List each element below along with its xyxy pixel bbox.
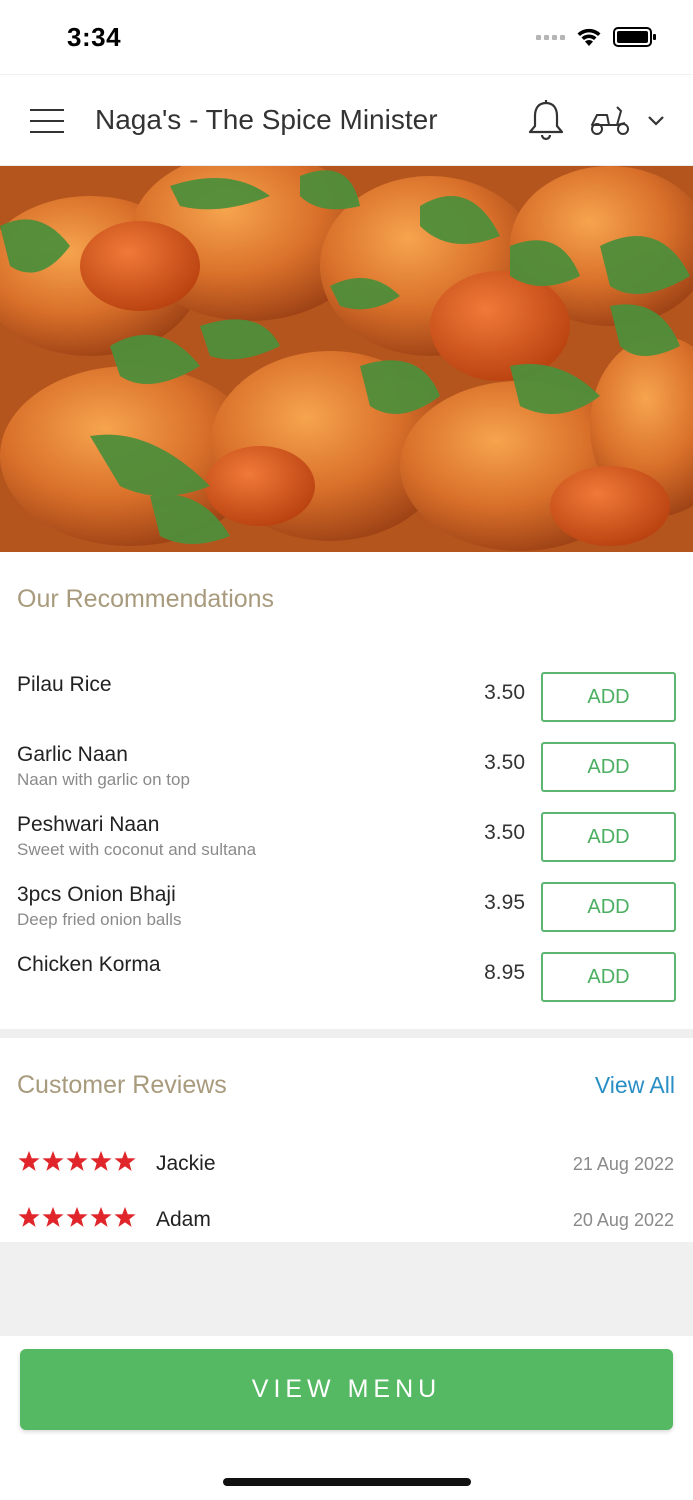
add-button[interactable]: ADD <box>541 672 676 722</box>
menu-icon[interactable] <box>30 109 64 133</box>
star-icon <box>18 1206 40 1227</box>
view-menu-button[interactable]: VIEW MENU <box>20 1349 673 1430</box>
star-icon <box>42 1206 64 1227</box>
home-indicator[interactable] <box>223 1478 471 1486</box>
app-header: Naga's - The Spice Minister <box>0 74 693 166</box>
star-icon <box>42 1150 64 1171</box>
star-icon <box>66 1206 88 1227</box>
item-price: 3.50 <box>484 681 525 704</box>
star-rating <box>18 1206 136 1228</box>
signal-icon <box>536 34 565 40</box>
item-price: 3.95 <box>484 891 525 914</box>
item-price: 8.95 <box>484 961 525 984</box>
item-description: Naan with garlic on top <box>17 770 190 789</box>
review-date: 20 Aug 2022 <box>572 1210 674 1230</box>
list-item: Garlic Naan Naan with garlic on top 3.50… <box>0 742 693 813</box>
list-item: 3pcs Onion Bhaji Deep fried onion balls … <box>0 882 693 953</box>
status-time: 3:34 <box>67 22 122 52</box>
chevron-down-icon[interactable] <box>647 115 665 127</box>
add-button[interactable]: ADD <box>541 742 676 792</box>
list-item: Peshwari Naan Sweet with coconut and sul… <box>0 812 693 883</box>
star-icon <box>90 1206 112 1227</box>
add-button[interactable]: ADD <box>541 882 676 932</box>
review-row: Adam 20 Aug 2022 <box>0 1206 693 1246</box>
item-name: Peshwari Naan <box>17 813 160 836</box>
scooter-icon[interactable] <box>589 103 631 137</box>
star-icon <box>114 1206 136 1227</box>
star-icon <box>66 1150 88 1171</box>
status-bar: 3:34 <box>0 0 693 74</box>
status-icons <box>536 26 657 48</box>
hero-image <box>0 166 693 552</box>
add-button[interactable]: ADD <box>541 812 676 862</box>
battery-icon <box>613 27 656 47</box>
item-name: Chicken Korma <box>17 953 161 976</box>
bell-icon[interactable] <box>527 99 565 143</box>
reviewer-name: Adam <box>156 1208 211 1231</box>
review-row: Jackie 21 Aug 2022 <box>0 1150 693 1190</box>
footer-spacer <box>0 1242 693 1336</box>
star-icon <box>114 1150 136 1171</box>
page-title: Naga's - The Spice Minister <box>95 104 438 135</box>
recommendations-title: Our Recommendations <box>17 585 275 613</box>
star-icon <box>90 1150 112 1171</box>
add-button[interactable]: ADD <box>541 952 676 1002</box>
reviews-title: Customer Reviews <box>17 1071 227 1099</box>
item-price: 3.50 <box>484 751 525 774</box>
list-item: Pilau Rice 3.50 ADD <box>0 672 693 743</box>
star-icon <box>18 1150 40 1171</box>
review-date: 21 Aug 2022 <box>572 1154 674 1174</box>
reviewer-name: Jackie <box>156 1152 216 1175</box>
star-rating <box>18 1150 136 1172</box>
item-name: 3pcs Onion Bhaji <box>17 883 176 906</box>
item-description: Sweet with coconut and sultana <box>17 840 257 859</box>
item-name: Pilau Rice <box>17 673 112 696</box>
view-all-link[interactable]: View All <box>595 1072 675 1099</box>
item-description: Deep fried onion balls <box>17 910 182 929</box>
section-divider <box>0 1029 693 1038</box>
wifi-icon <box>577 28 601 46</box>
item-price: 3.50 <box>484 821 525 844</box>
list-item: Chicken Korma 8.95 ADD <box>0 952 693 1023</box>
item-name: Garlic Naan <box>17 743 128 766</box>
